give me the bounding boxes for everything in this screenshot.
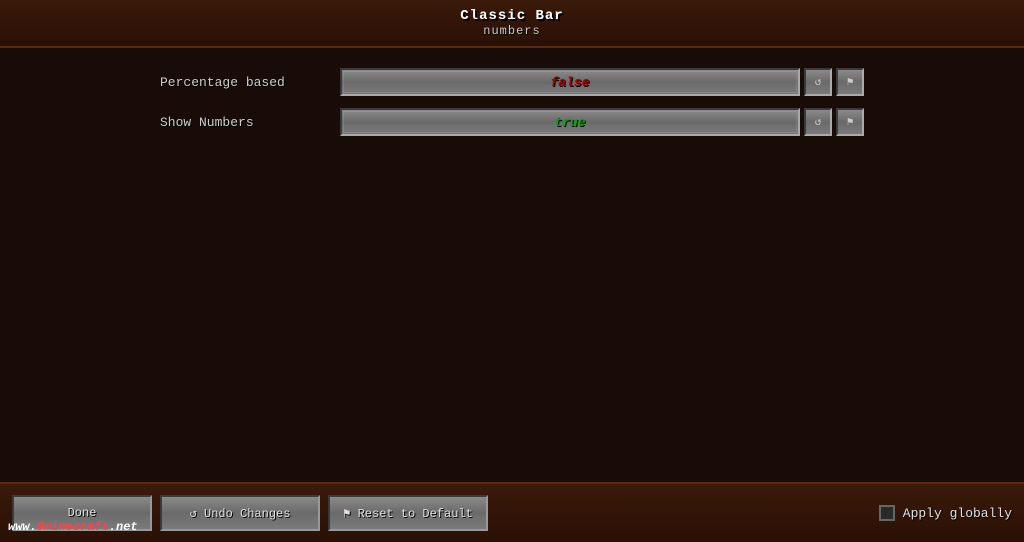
page-title-main: Classic Bar bbox=[460, 8, 563, 24]
bottom-bar: www.9minecraft.net Done ↺ Undo Changes ⚑… bbox=[0, 482, 1024, 542]
pin-icon-shownumbers: ⚑ bbox=[847, 115, 854, 129]
header-bar: Classic Bar numbers bbox=[0, 0, 1024, 48]
pin-btn-shownumbers[interactable]: ⚑ bbox=[836, 108, 864, 136]
setting-row-percentage: Percentage based false ↺ ⚑ bbox=[0, 64, 1024, 100]
reset-icon-shownumbers: ↺ bbox=[815, 115, 822, 129]
setting-label-percentage: Percentage based bbox=[160, 75, 340, 90]
setting-row-shownumbers: Show Numbers true ↺ ⚑ bbox=[0, 104, 1024, 140]
page-title-sub: numbers bbox=[483, 24, 540, 38]
apply-globally-checkbox[interactable] bbox=[879, 505, 895, 521]
reset-button[interactable]: ⚑ Reset to Default bbox=[328, 495, 488, 531]
toggle-value-percentage: false bbox=[550, 75, 589, 90]
watermark: www.9minecraft.net bbox=[8, 520, 138, 534]
settings-area: Percentage based false ↺ ⚑ Show Numbers … bbox=[0, 48, 1024, 482]
reset-btn-percentage[interactable]: ↺ bbox=[804, 68, 832, 96]
apply-globally-container: Apply globally bbox=[879, 505, 1012, 521]
toggle-shownumbers[interactable]: true bbox=[340, 108, 800, 136]
watermark-text: www. bbox=[8, 520, 37, 534]
setting-label-shownumbers: Show Numbers bbox=[160, 115, 340, 130]
undo-button[interactable]: ↺ Undo Changes bbox=[160, 495, 320, 531]
pin-btn-percentage[interactable]: ⚑ bbox=[836, 68, 864, 96]
apply-globally-label[interactable]: Apply globally bbox=[903, 506, 1012, 521]
pin-icon-percentage: ⚑ bbox=[847, 75, 854, 89]
toggle-value-shownumbers: true bbox=[554, 115, 585, 130]
reset-btn-shownumbers[interactable]: ↺ bbox=[804, 108, 832, 136]
toggle-percentage[interactable]: false bbox=[340, 68, 800, 96]
reset-icon-percentage: ↺ bbox=[815, 75, 822, 89]
